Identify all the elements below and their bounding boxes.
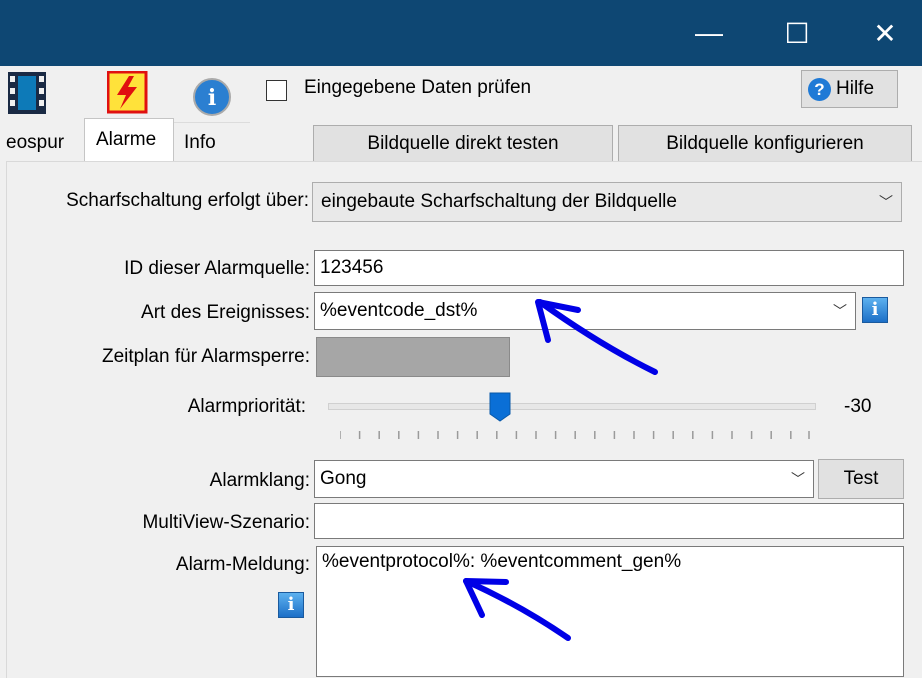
id-input[interactable]: 123456 (314, 250, 904, 286)
configure-source-button[interactable]: Bildquelle konfigurieren (618, 125, 912, 162)
event-value: %eventcode_dst% (320, 300, 478, 321)
sound-value: Gong (320, 468, 367, 489)
id-label: ID dieser Alarmquelle: (124, 258, 310, 279)
title-bar: — ☐ ✕ (0, 0, 922, 66)
arming-label: Scharfschaltung erfolgt über: (66, 190, 309, 211)
tab-alarme-label: Alarme (96, 129, 157, 150)
arming-select[interactable]: eingebaute Scharfschaltung der Bildquell… (312, 182, 902, 222)
validate-data-checkbox[interactable] (266, 80, 287, 101)
priority-value: -30 (844, 396, 872, 417)
multiview-label: MultiView-Szenario: (142, 512, 310, 533)
sound-label: Alarmklang: (209, 470, 310, 491)
event-combo[interactable]: %eventcode_dst% ﹀ (314, 292, 856, 330)
sound-combo[interactable]: Gong ﹀ (314, 460, 814, 498)
tab-info-label: Info (184, 132, 216, 153)
chevron-down-icon[interactable]: ﹀ (833, 293, 847, 329)
schedule-picker[interactable] (316, 337, 510, 377)
minimize-button[interactable]: — (676, 0, 742, 66)
event-label: Art des Ereignisses: (141, 302, 310, 323)
event-info-icon[interactable]: i (862, 297, 888, 323)
help-button[interactable]: ? Hilfe (801, 70, 898, 108)
priority-slider-ticks (340, 431, 810, 439)
message-label: Alarm-Meldung: (175, 554, 310, 575)
test-sound-button[interactable]: Test (818, 459, 904, 499)
test-source-button[interactable]: Bildquelle direkt testen (313, 125, 613, 162)
priority-slider-track[interactable] (328, 403, 816, 410)
help-label: Hilfe (836, 78, 875, 99)
svg-text:i: i (208, 85, 216, 111)
film-strip-icon[interactable] (8, 72, 48, 116)
maximize-button[interactable]: ☐ (764, 0, 830, 66)
tab-videospur[interactable]: eospur (6, 123, 64, 161)
close-button[interactable]: ✕ (852, 0, 918, 66)
help-icon: ? (808, 78, 831, 101)
chevron-down-icon[interactable]: ﹀ (791, 461, 805, 497)
info-circle-icon[interactable]: i (190, 75, 236, 117)
priority-label: Alarmpriorität: (187, 396, 306, 417)
message-textarea[interactable]: %eventprotocol%: %eventcomment_gen% (316, 546, 904, 677)
validate-data-label: Eingegebene Daten prüfen (304, 77, 532, 98)
chevron-down-icon: ﹀ (879, 194, 893, 210)
alarm-lightning-icon[interactable] (107, 71, 149, 115)
multiview-input[interactable] (314, 503, 904, 539)
message-info-icon[interactable]: i (278, 592, 304, 618)
arming-value: eingebaute Scharfschaltung der Bildquell… (321, 191, 677, 212)
priority-slider-thumb[interactable] (489, 392, 511, 422)
schedule-label: Zeitplan für Alarmsperre: (101, 346, 310, 367)
